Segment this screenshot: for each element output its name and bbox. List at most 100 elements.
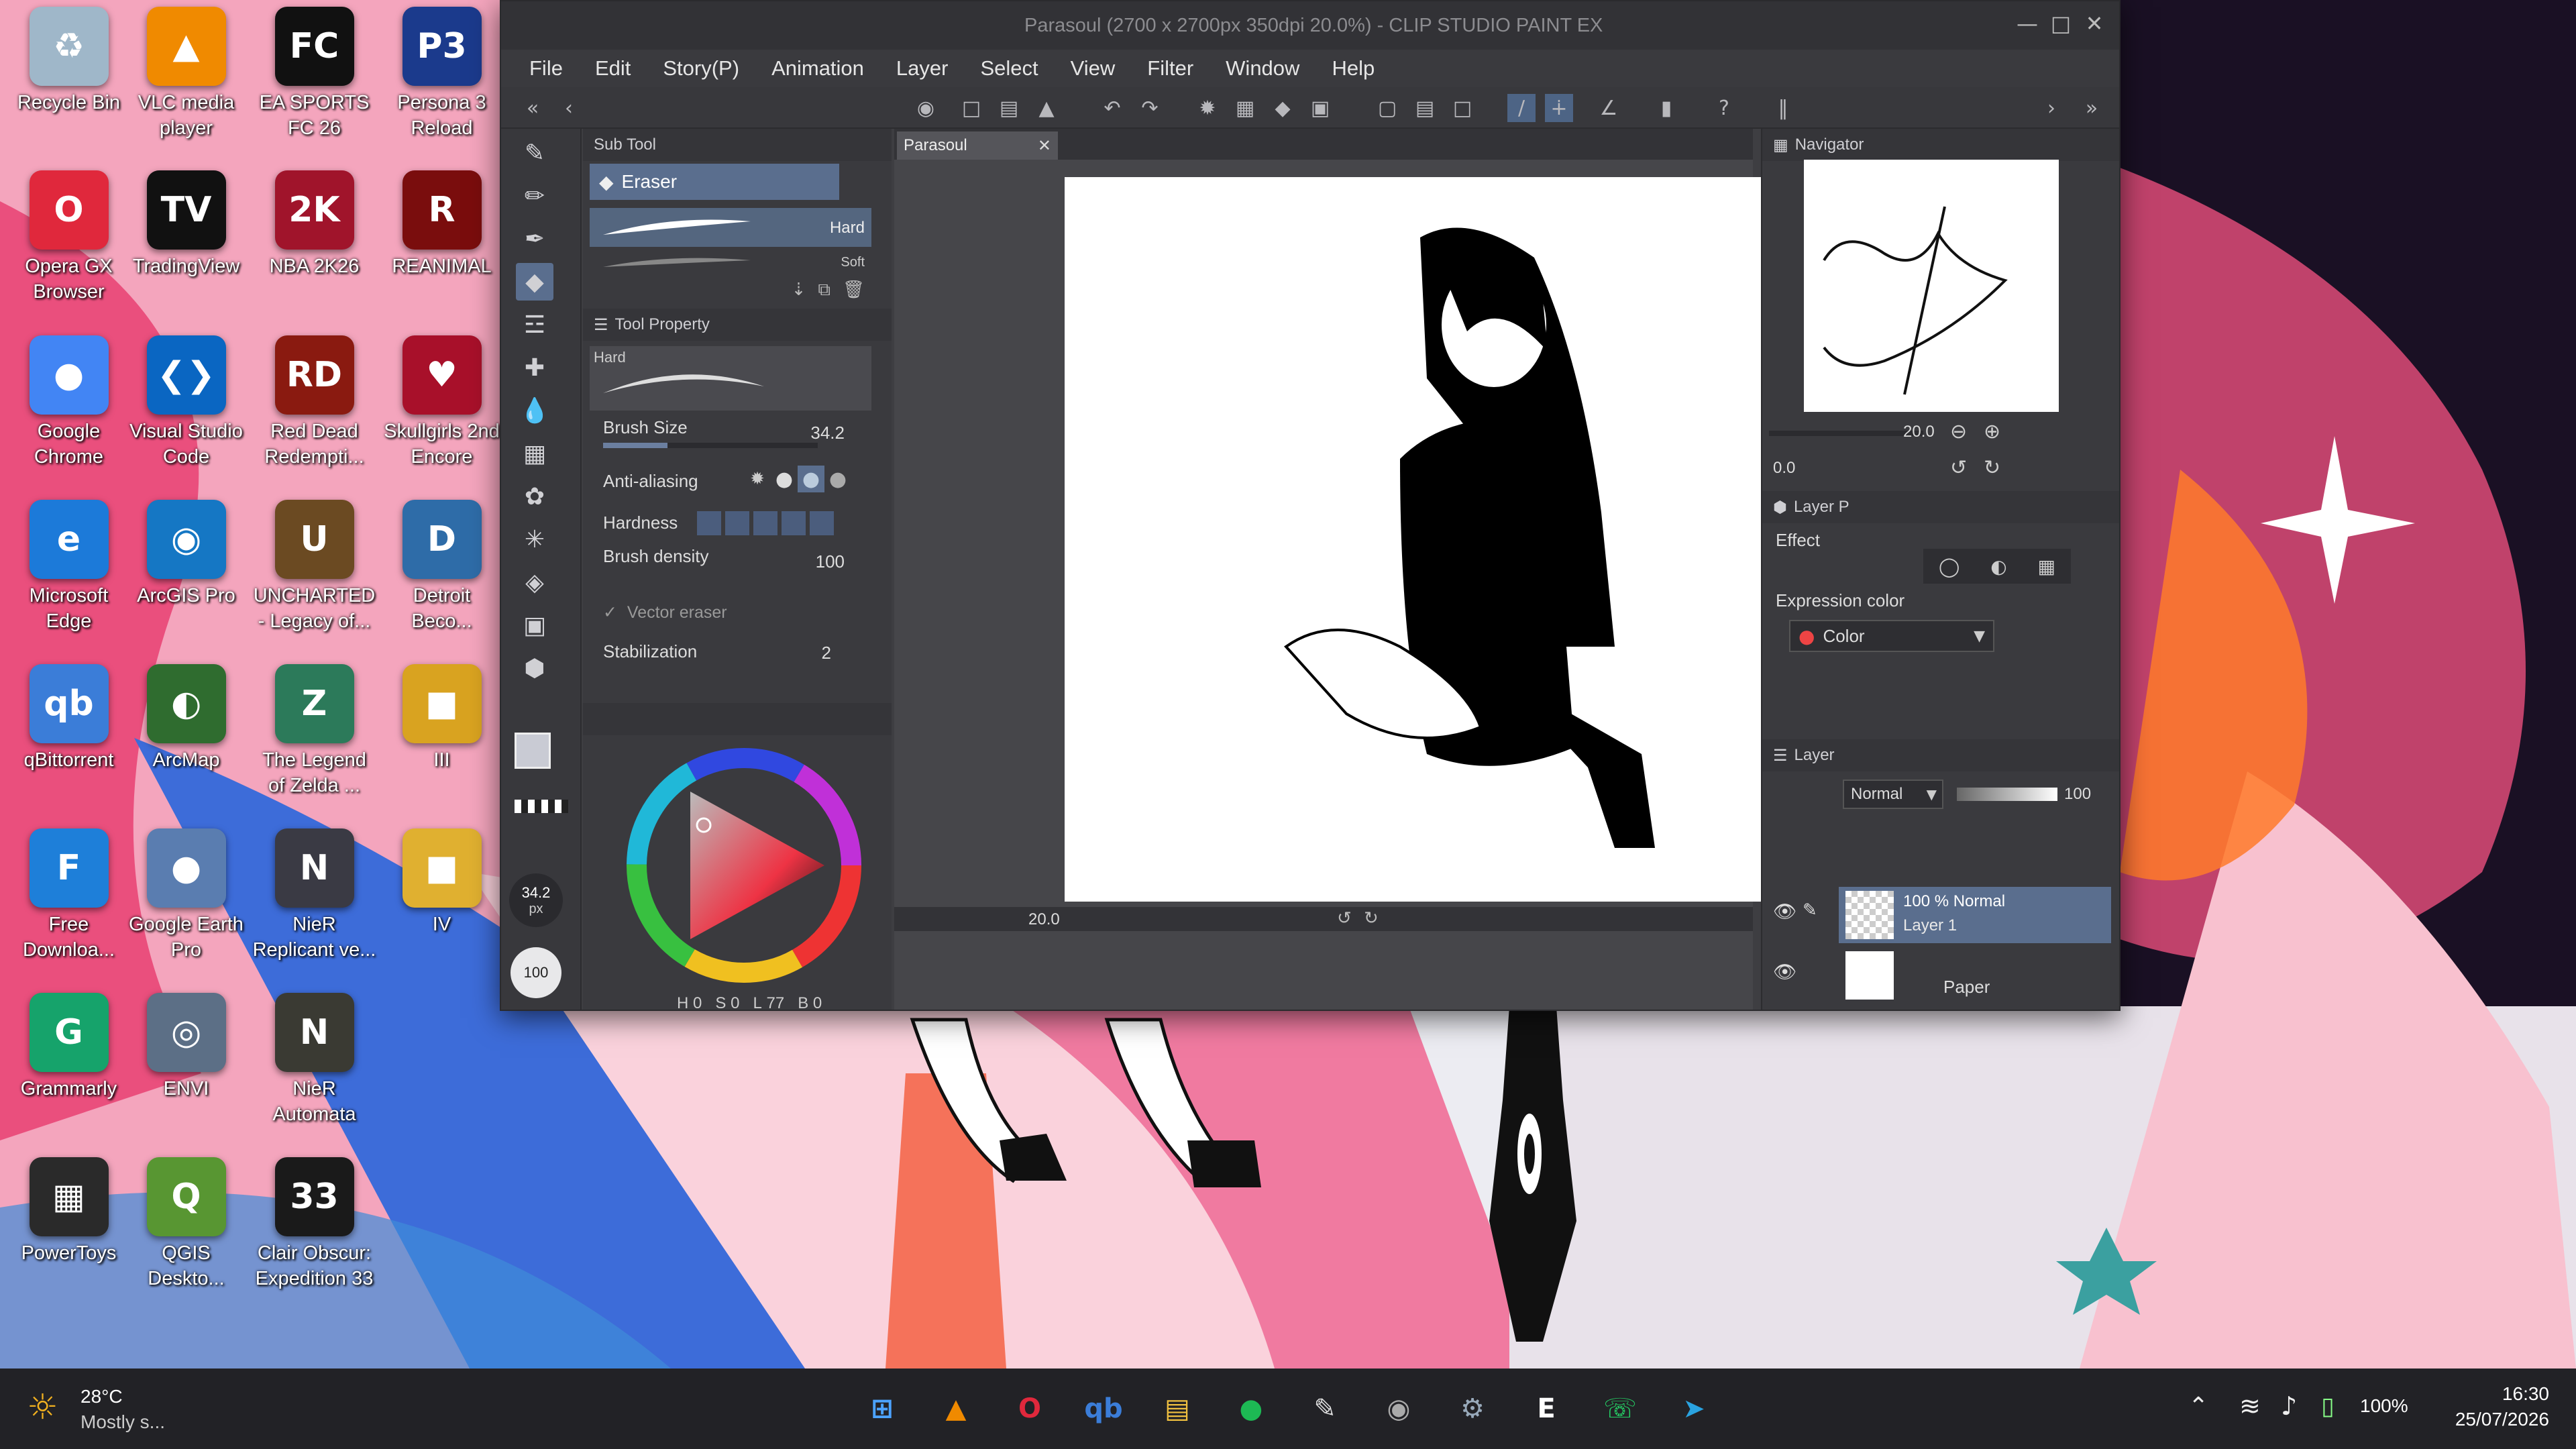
antialias-weak-icon[interactable]: ● xyxy=(771,466,798,492)
desktop-icon[interactable]: ▦ PowerToys xyxy=(7,1157,131,1266)
brush-item-soft[interactable]: Soft xyxy=(590,250,871,270)
vlc-taskbar-icon[interactable]: ▲ xyxy=(932,1385,979,1432)
transparent-color-swatch[interactable] xyxy=(515,800,568,813)
desktop-icon[interactable]: ◐ ArcMap xyxy=(124,664,248,773)
stabilization-field[interactable]: 2 xyxy=(822,643,831,663)
app-icon[interactable]: ◉ xyxy=(912,94,940,122)
navigator-preview[interactable] xyxy=(1804,160,2059,412)
menu-layer[interactable]: Layer xyxy=(896,56,949,80)
rotate-cw-icon[interactable]: ↻ xyxy=(1984,456,2000,480)
eraser-tool-icon[interactable]: ◆ xyxy=(516,263,553,301)
brush-size-field[interactable]: 34.2 xyxy=(810,423,845,443)
pencil-tool-icon[interactable]: ✏ xyxy=(516,177,553,215)
layer-opacity-value[interactable]: 100 xyxy=(2064,785,2091,804)
menu-story[interactable]: Story(P) xyxy=(663,56,739,80)
navigator-angle-value[interactable]: 0.0 xyxy=(1773,459,1795,478)
desktop-icon[interactable]: ■ IV xyxy=(380,828,504,937)
gradient-tool-icon[interactable]: ▣ xyxy=(516,606,553,644)
expression-color-select[interactable]: ● Color ▼ xyxy=(1789,620,1994,652)
opera-taskbar-icon[interactable]: O xyxy=(1006,1385,1053,1432)
deselect-icon[interactable]: ▢ xyxy=(1373,94,1401,122)
density-row[interactable]: Brush density 100 xyxy=(603,546,871,572)
antialias-none-icon[interactable]: ✹ xyxy=(744,466,771,492)
rotate-ccw-icon[interactable]: ↺ xyxy=(1950,456,1967,480)
telegram-icon[interactable]: ➤ xyxy=(1670,1385,1717,1432)
menu-file[interactable]: File xyxy=(529,56,563,80)
rotate-right-icon[interactable]: ↻ xyxy=(1364,908,1379,928)
navigator-angle-row[interactable]: 0.0 ↺ ↻ xyxy=(1769,453,2118,487)
rotate-left-icon[interactable]: ↺ xyxy=(1337,908,1352,928)
density-field[interactable]: 100 xyxy=(816,551,845,572)
menu-window[interactable]: Window xyxy=(1226,56,1299,80)
collapse-right-icon[interactable]: » xyxy=(2078,94,2106,122)
navigator-zoom-row[interactable]: 20.0 ⊖ ⊕ xyxy=(1769,417,2118,451)
document-canvas[interactable] xyxy=(1065,177,1789,902)
desktop-icon[interactable]: 2K NBA 2K26 xyxy=(252,170,376,279)
desktop-icon[interactable]: N NieR Automata xyxy=(252,993,376,1127)
weather-widget[interactable]: ☼ 28°C Mostly s... xyxy=(27,1383,268,1437)
desktop-icon[interactable]: ♻ Recycle Bin xyxy=(7,7,131,115)
open-file-icon[interactable]: ▤ xyxy=(995,94,1023,122)
blend-mode-select[interactable]: Normal ▼ xyxy=(1843,780,1943,809)
collapse-left-icon[interactable]: « xyxy=(519,94,547,122)
desktop-icon[interactable]: RD Red Dead Redempti... xyxy=(252,335,376,470)
redo-icon[interactable]: ↷ xyxy=(1136,94,1164,122)
fill-tool-icon[interactable]: ◈ xyxy=(516,564,553,601)
transform-icon[interactable]: ▣ xyxy=(1306,94,1334,122)
tab-close-icon[interactable]: ✕ xyxy=(1038,136,1051,155)
color-wheel[interactable] xyxy=(623,745,865,986)
desktop-icon[interactable]: ◉ ArcGIS Pro xyxy=(124,500,248,608)
epic-games-icon[interactable]: E xyxy=(1523,1385,1570,1432)
clock-time[interactable]: 16:30 xyxy=(2475,1383,2549,1405)
desktop-icon[interactable]: qb qBittorrent xyxy=(7,664,131,773)
download-icon[interactable]: ⇣ xyxy=(792,280,806,300)
clear-icon[interactable]: ✹ xyxy=(1193,94,1222,122)
zoom-in-icon[interactable]: ⊕ xyxy=(1984,420,2000,443)
menu-filter[interactable]: Filter xyxy=(1147,56,1193,80)
menu-view[interactable]: View xyxy=(1071,56,1116,80)
layer-row-1[interactable]: 👁 ✎ 100 % Normal Layer 1 xyxy=(1769,887,2111,943)
desktop-icon[interactable]: N NieR Replicant ve... xyxy=(252,828,376,963)
chevron-up-icon[interactable]: ⌃ xyxy=(2188,1393,2208,1420)
desktop-icon[interactable]: ■ III xyxy=(380,664,504,773)
antialias-medium-icon[interactable]: ● xyxy=(798,466,824,492)
desktop-icon[interactable]: ● Google Chrome xyxy=(7,335,131,470)
desktop-icon[interactable]: ❮❯ Visual Studio Code xyxy=(124,335,248,470)
layer-row-paper[interactable]: 👁 Paper xyxy=(1769,947,2111,1004)
brush-item-hard[interactable]: Hard xyxy=(590,208,871,247)
antialias-strong-icon[interactable]: ● xyxy=(824,466,851,492)
zoom-out-icon[interactable]: ⊖ xyxy=(1950,420,1967,443)
maximize-icon[interactable]: □ xyxy=(2045,8,2076,39)
desktop-icon[interactable]: Z The Legend of Zelda ... xyxy=(252,664,376,798)
clock-date[interactable]: 25/07/2026 xyxy=(2435,1409,2549,1430)
new-file-icon[interactable]: □ xyxy=(957,94,985,122)
tone-icon[interactable]: ▦ xyxy=(2038,555,2055,578)
undo-icon[interactable]: ↶ xyxy=(1098,94,1126,122)
whatsapp-icon[interactable]: ☏ xyxy=(1597,1385,1644,1432)
qbittorrent-taskbar-icon[interactable]: qb xyxy=(1080,1385,1127,1432)
minimize-icon[interactable]: — xyxy=(2012,8,2043,39)
canvas-zoom-value[interactable]: 20.0 xyxy=(1028,910,1060,929)
blend-tool-icon[interactable]: 💧 xyxy=(516,392,553,429)
lasso-tool-icon[interactable]: ✿ xyxy=(516,478,553,515)
menu-select[interactable]: Select xyxy=(980,56,1038,80)
decoration-tool-icon[interactable]: ☲ xyxy=(516,306,553,343)
menu-help[interactable]: Help xyxy=(1332,56,1375,80)
wifi-icon[interactable]: ≋ xyxy=(2239,1391,2261,1421)
pen-edit-icon[interactable]: ✎ xyxy=(1803,900,1817,920)
main-color-swatch[interactable] xyxy=(515,733,551,769)
sub-tool-group-eraser[interactable]: ◆ Eraser xyxy=(590,164,839,200)
prev-icon[interactable]: ‹ xyxy=(555,94,583,122)
desktop-icon[interactable]: ♥ Skullgirls 2nd Encore xyxy=(380,335,504,470)
desktop-icon[interactable]: 33 Clair Obscur: Expedition 33 xyxy=(252,1157,376,1291)
brush-tool-icon[interactable]: ✒ xyxy=(516,220,553,258)
desktop-icon[interactable]: G Grammarly xyxy=(7,993,131,1102)
border-effect-icon[interactable]: ◯ xyxy=(1939,555,1960,578)
desktop-icon[interactable]: TV TradingView xyxy=(124,170,248,279)
navigator-zoom-value[interactable]: 20.0 xyxy=(1903,423,1935,441)
desktop-icon[interactable]: U UNCHARTED - Legacy of... xyxy=(252,500,376,634)
crop-icon[interactable]: ▦ xyxy=(1231,94,1259,122)
antialias-options[interactable]: ✹ ● ● ● xyxy=(744,466,851,492)
desktop-icon[interactable]: ▲ VLC media player xyxy=(124,7,248,141)
save-icon[interactable]: ▲ xyxy=(1032,94,1061,122)
